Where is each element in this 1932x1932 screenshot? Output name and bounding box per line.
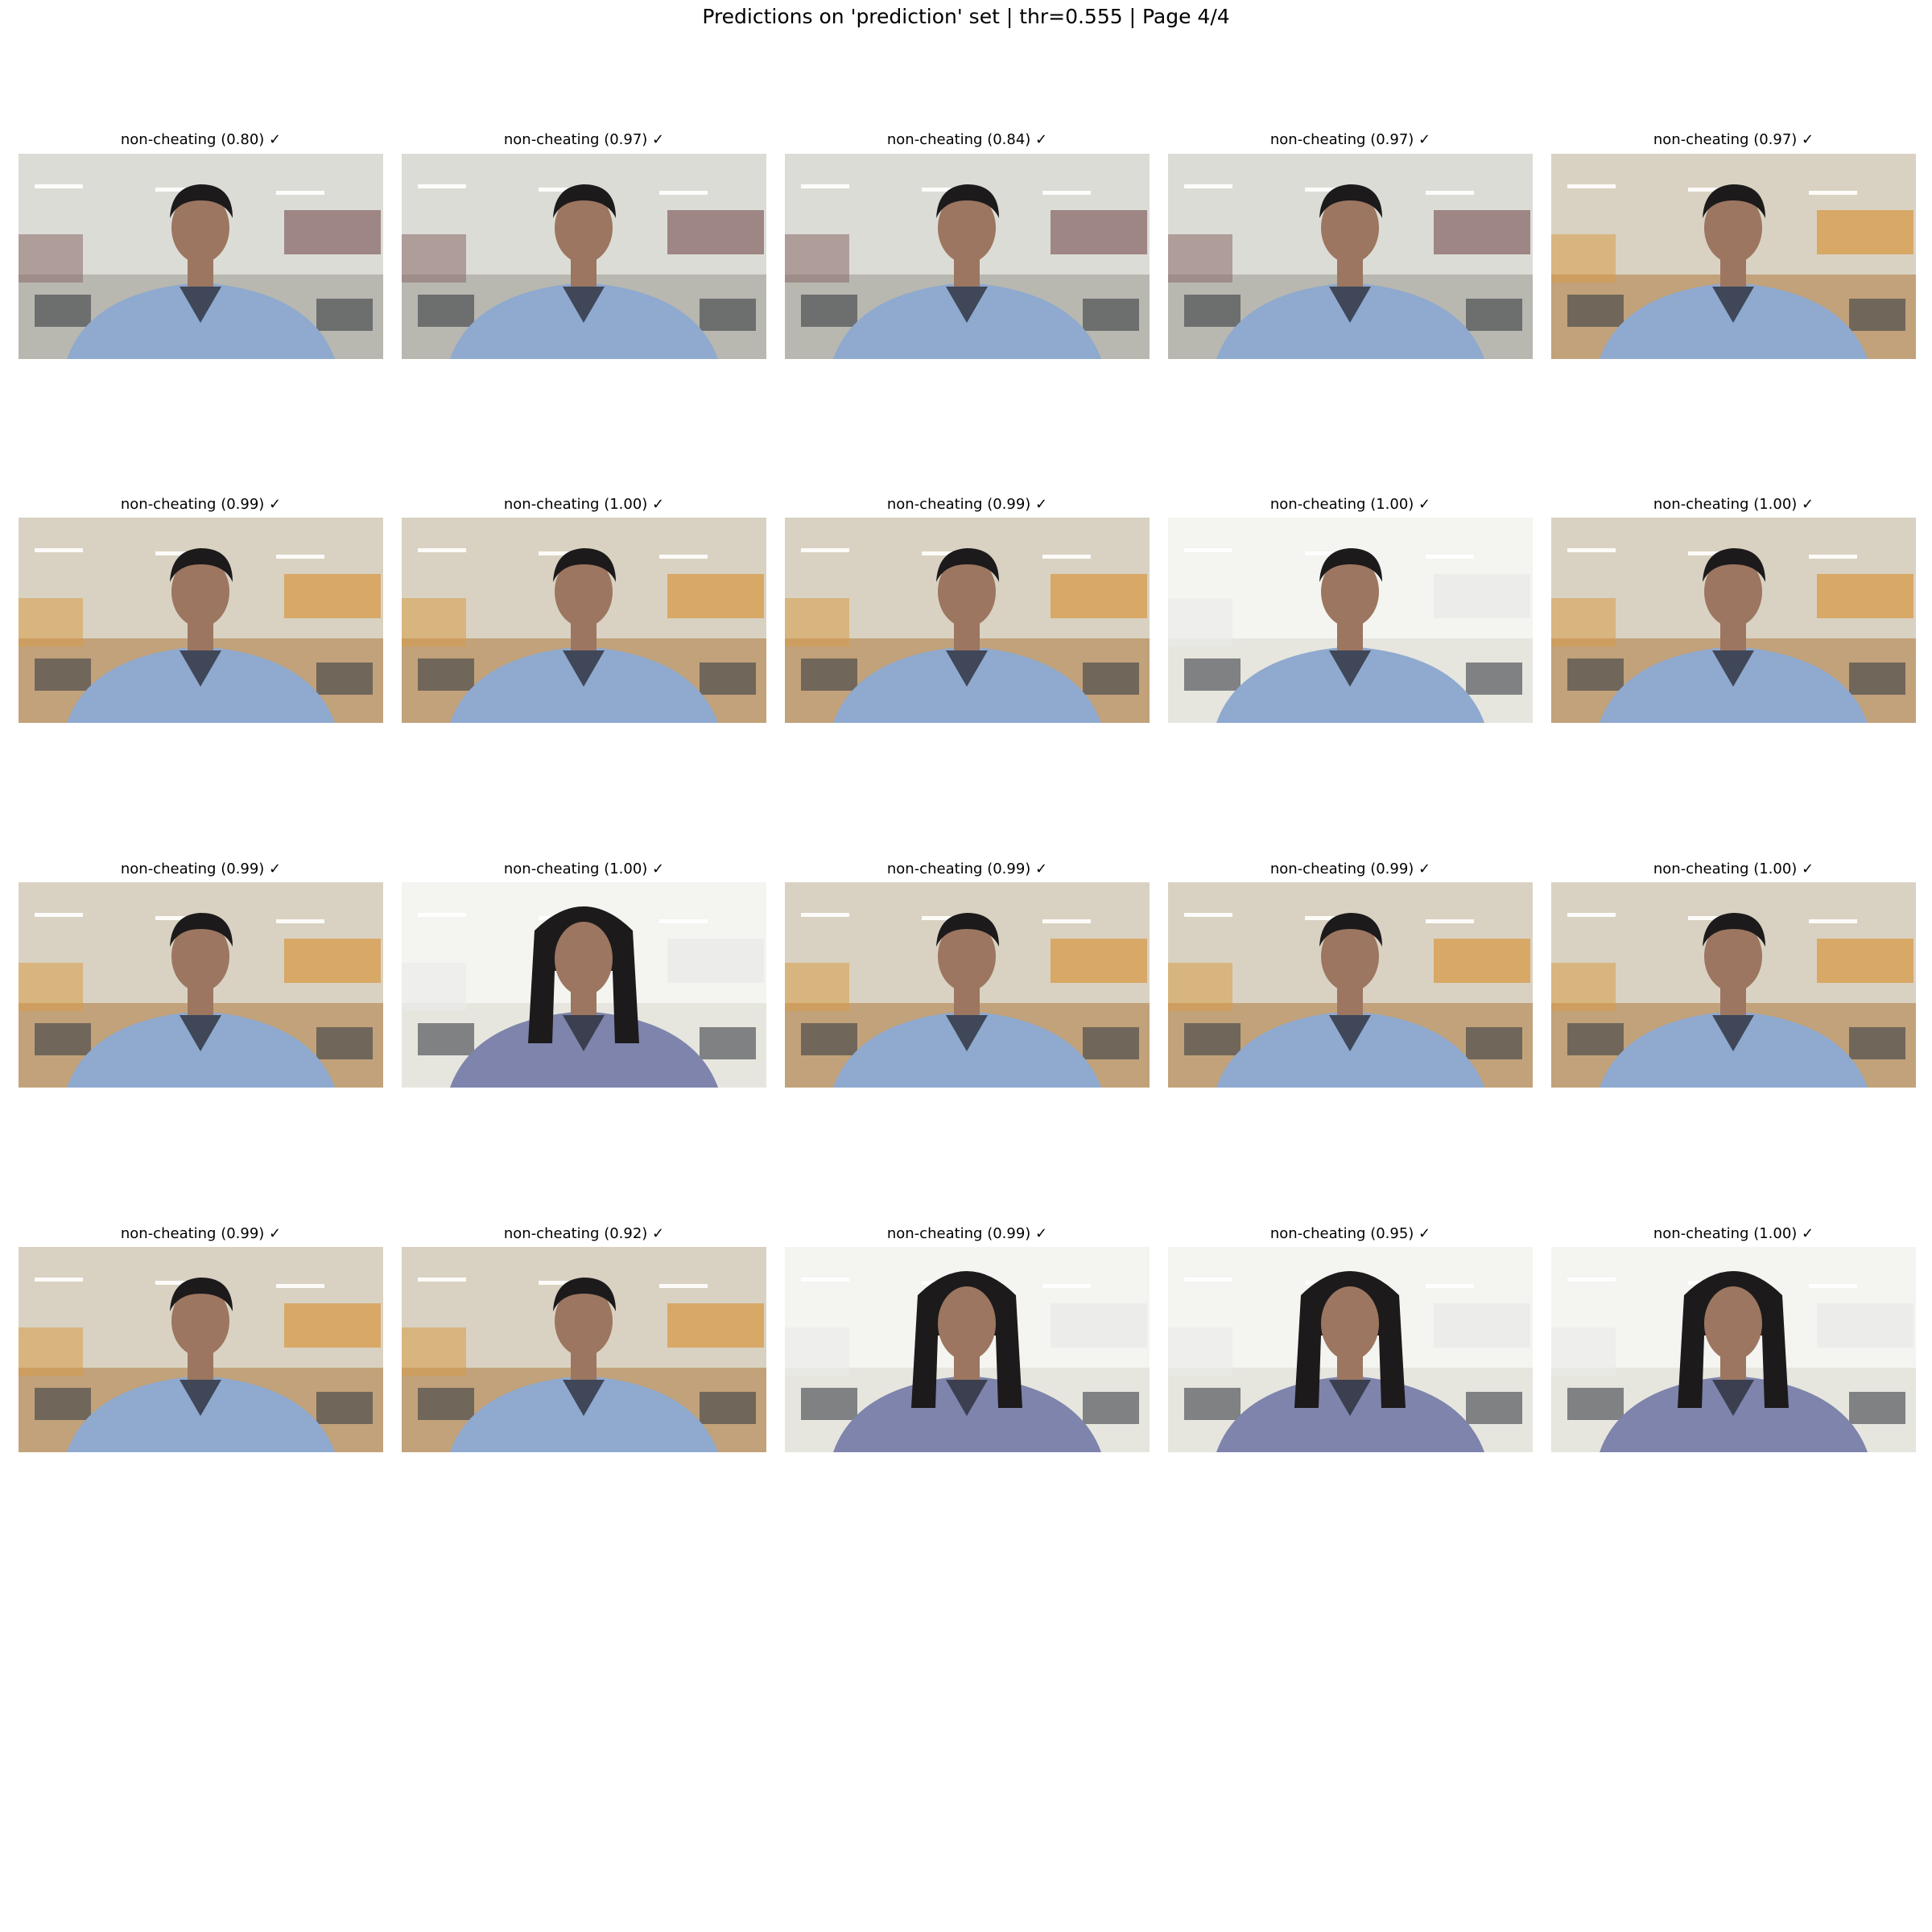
webcam-frame-image [1168,1247,1533,1452]
webcam-frame-image [19,518,383,723]
prediction-label: non-cheating (0.92) ✓ [503,1225,665,1242]
webcam-frame-drawing [1168,154,1533,359]
prediction-label: non-cheating (0.84) ✓ [886,131,1048,148]
webcam-frame-image [785,154,1150,359]
webcam-frame-drawing [785,1247,1150,1452]
prediction-label: non-cheating (0.95) ✓ [1269,1225,1431,1242]
webcam-frame-image [402,1247,766,1452]
webcam-frame-drawing [1551,882,1916,1088]
webcam-frame-image [1551,154,1916,359]
webcam-frame-drawing [1168,1247,1533,1452]
prediction-label: non-cheating (0.99) ✓ [886,861,1048,877]
webcam-frame-image [1551,1247,1916,1452]
prediction-label: non-cheating (0.99) ✓ [886,1225,1048,1242]
prediction-label: non-cheating (0.97) ✓ [503,131,665,148]
webcam-frame-image [1168,518,1533,723]
webcam-frame-image [19,882,383,1088]
webcam-frame-image [1168,154,1533,359]
prediction-label: non-cheating (0.99) ✓ [120,861,282,877]
webcam-frame-drawing [1168,518,1533,723]
webcam-frame-image [1551,882,1916,1088]
webcam-frame-image [402,518,766,723]
prediction-label: non-cheating (1.00) ✓ [503,496,665,513]
webcam-frame-drawing [1168,882,1533,1088]
webcam-frame-drawing [1551,518,1916,723]
webcam-frame-drawing [19,518,383,723]
webcam-frame-image [402,882,766,1088]
figure-title: Predictions on 'prediction' set | thr=0.… [702,5,1230,28]
webcam-frame-drawing [402,882,766,1088]
webcam-frame-drawing [19,1247,383,1452]
webcam-frame-drawing [1551,154,1916,359]
webcam-frame-image [1551,518,1916,723]
webcam-frame-drawing [785,518,1150,723]
prediction-label: non-cheating (1.00) ✓ [1269,496,1431,513]
webcam-frame-drawing [19,154,383,359]
prediction-label: non-cheating (1.00) ✓ [1653,1225,1814,1242]
prediction-label: non-cheating (0.80) ✓ [120,131,282,148]
webcam-frame-image [785,1247,1150,1452]
prediction-label: non-cheating (1.00) ✓ [503,861,665,877]
webcam-frame-drawing [19,882,383,1088]
webcam-frame-image [19,1247,383,1452]
webcam-frame-image [19,154,383,359]
prediction-label: non-cheating (0.97) ✓ [1269,131,1431,148]
webcam-frame-drawing [402,154,766,359]
prediction-label: non-cheating (0.99) ✓ [1269,861,1431,877]
prediction-label: non-cheating (1.00) ✓ [1653,496,1814,513]
webcam-frame-image [402,154,766,359]
webcam-frame-drawing [402,1247,766,1452]
prediction-label: non-cheating (0.99) ✓ [886,496,1048,513]
prediction-label: non-cheating (1.00) ✓ [1653,861,1814,877]
webcam-frame-drawing [785,882,1150,1088]
webcam-frame-drawing [785,154,1150,359]
prediction-label: non-cheating (0.99) ✓ [120,1225,282,1242]
prediction-label: non-cheating (0.97) ✓ [1653,131,1814,148]
webcam-frame-drawing [1551,1247,1916,1452]
prediction-label: non-cheating (0.99) ✓ [120,496,282,513]
webcam-frame-image [785,518,1150,723]
webcam-frame-drawing [402,518,766,723]
webcam-frame-image [785,882,1150,1088]
webcam-frame-image [1168,882,1533,1088]
